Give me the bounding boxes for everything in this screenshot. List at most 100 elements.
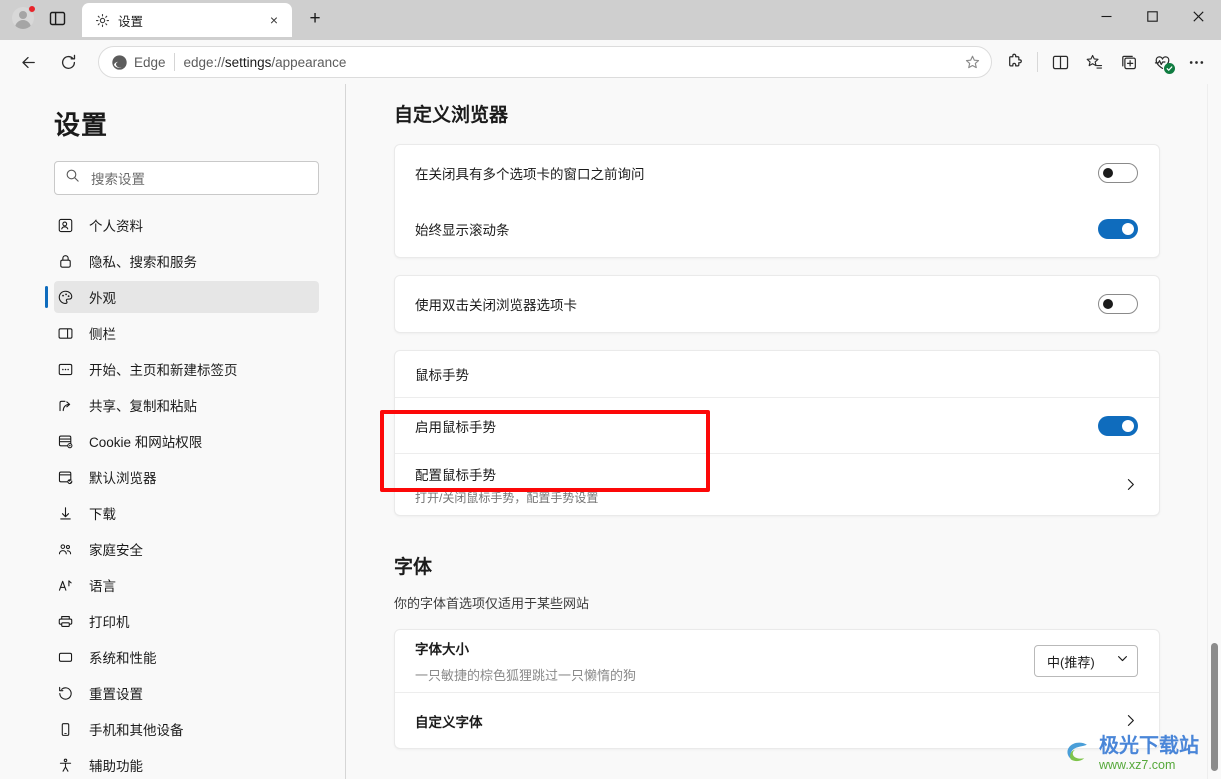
sidebar-item-printers[interactable]: 打印机 [54,605,319,637]
url-bold: settings [224,54,272,70]
row-mouse-gestures-header: 鼠标手势 [395,351,1159,397]
share-icon [56,396,75,415]
watermark-url: www.xz7.com [1099,758,1176,773]
row-always-show-scrollbars[interactable]: 始终显示滚动条 [395,201,1159,257]
row-custom-fonts[interactable]: 自定义字体 [395,692,1159,748]
palette-icon [56,288,75,307]
sidebar-item-label: 家庭安全 [89,543,143,558]
search-settings-input[interactable]: 搜索设置 [54,161,319,195]
cookie-icon [56,432,75,451]
printer-icon [56,612,75,631]
page-scrollbar[interactable] [1207,84,1221,779]
download-icon [56,504,75,523]
sidebar-item-label: 语言 [89,579,116,594]
sidebar-item-default-browser[interactable]: 默认浏览器 [54,461,319,493]
sidebar-item-downloads[interactable]: 下载 [54,497,319,529]
sidebar-item-accessibility[interactable]: 辅助功能 [54,749,319,779]
sidebar-item-system[interactable]: 系统和性能 [54,641,319,673]
address-bar: Edge edge://settings/appearance [0,40,1221,84]
favorites-icon[interactable] [1078,46,1110,78]
browser-essentials-icon[interactable] [1146,46,1178,78]
phone-icon [56,720,75,739]
sidebar-item-label: 重置设置 [89,687,143,702]
close-button[interactable] [1175,0,1221,32]
chevron-right-icon[interactable] [1123,477,1138,492]
new-tab-button[interactable]: + [300,4,330,34]
sidebar-item-label: 外观 [89,291,116,306]
always-show-scrollbars-toggle[interactable] [1098,219,1138,239]
tab-actions-icon[interactable] [42,3,72,33]
enable-mouse-gestures-toggle[interactable] [1098,415,1138,436]
sidebar-item-label: 辅助功能 [89,759,143,774]
fonts-subtext: 你的字体首选项仅适用于某些网站 [394,596,590,611]
star-icon[interactable] [957,48,987,76]
settings-more-icon[interactable] [1180,46,1212,78]
row-label: 在关闭具有多个选项卡的窗口之前询问 [415,167,645,182]
home-icon [56,360,75,379]
refresh-button[interactable] [52,46,84,78]
sidebar-item-family[interactable]: 家庭安全 [54,533,319,565]
row-label: 配置鼠标手势 [415,467,496,483]
status-check-badge [1164,63,1175,74]
sidebar-item-label: 开始、主页和新建标签页 [89,363,238,378]
sidebar-item-phone[interactable]: 手机和其他设备 [54,713,319,745]
sidebar-item-sidebar[interactable]: 侧栏 [54,317,319,349]
url-text: edge://settings/appearance [184,55,957,70]
tab-title: 设置 [118,14,144,29]
tab-settings[interactable]: 设置 × [82,3,292,37]
double-click-close-toggle[interactable] [1098,294,1138,314]
sidebar-item-reset[interactable]: 重置设置 [54,677,319,709]
sidebar-item-label: 手机和其他设备 [89,723,184,738]
row-enable-mouse-gestures[interactable]: 启用鼠标手势 [395,397,1159,453]
profile-button[interactable] [8,3,38,33]
extensions-icon[interactable] [999,46,1031,78]
url-input[interactable]: Edge edge://settings/appearance [98,46,992,78]
collections-icon[interactable] [1112,46,1144,78]
page-content: 设置 搜索设置 个人资料 隐私、搜索和服务 外观 侧栏 开始、主页和新建标签页 … [0,84,1221,779]
sidebar-item-label: 共享、复制和粘贴 [89,399,197,414]
sidebar-item-appearance[interactable]: 外观 [45,281,319,313]
sidebar-item-label: Cookie 和网站权限 [89,435,203,450]
back-button[interactable] [12,46,44,78]
tab-close-icon[interactable]: × [264,10,284,30]
reset-icon [56,684,75,703]
sidebar-item-cookies[interactable]: Cookie 和网站权限 [54,425,319,457]
row-double-click-close-tab[interactable]: 使用双击关闭浏览器选项卡 [395,276,1159,332]
minimize-button[interactable] [1083,0,1129,32]
settings-sidebar: 设置 搜索设置 个人资料 隐私、搜索和服务 外观 侧栏 开始、主页和新建标签页 … [0,84,345,779]
page-title: 设置 [54,110,109,140]
sidebar-item-languages[interactable]: 语言 [54,569,319,601]
omnibox-divider [173,53,175,71]
split-screen-icon[interactable] [1044,46,1076,78]
chevron-right-icon[interactable] [1123,713,1138,728]
edge-brand-badge: Edge [111,54,174,71]
language-icon [56,576,75,595]
card-fonts: 字体大小 一只敏捷的棕色狐狸跳过一只懒惰的狗 中(推荐) 自定义字体 [394,629,1160,749]
browser-window: 设置 × + Edge edge://settings/appearance 设… [0,0,1221,779]
sidebar-item-startup[interactable]: 开始、主页和新建标签页 [54,353,319,385]
sidebar-item-profile[interactable]: 个人资料 [54,209,319,241]
row-text-stack: 字体大小 一只敏捷的棕色狐狸跳过一只懒惰的狗 [415,638,1034,684]
watermark: 极光下载站 www.xz7.com [1055,729,1207,779]
sidebar-nav: 个人资料 隐私、搜索和服务 外观 侧栏 开始、主页和新建标签页 共享、复制和粘贴… [0,209,345,779]
font-sample-text: 一只敏捷的棕色狐狸跳过一只懒惰的狗 [415,668,637,683]
scrollbar-thumb[interactable] [1211,643,1218,771]
card-browser-options: 在关闭具有多个选项卡的窗口之前询问 始终显示滚动条 [394,144,1160,258]
url-prefix: edge:// [183,54,225,70]
sidebar-item-label: 个人资料 [89,219,143,234]
row-label: 自定义字体 [415,714,483,730]
sidebar-item-share[interactable]: 共享、复制和粘贴 [54,389,319,421]
window-controls [1083,0,1221,32]
gear-icon [94,12,110,28]
row-ask-before-closing[interactable]: 在关闭具有多个选项卡的窗口之前询问 [395,145,1159,201]
family-icon [56,540,75,559]
font-size-select[interactable]: 中(推荐) [1034,645,1138,677]
row-font-size[interactable]: 字体大小 一只敏捷的棕色狐狸跳过一只懒惰的狗 中(推荐) [395,630,1159,692]
maximize-button[interactable] [1129,0,1175,32]
row-configure-mouse-gestures[interactable]: 配置鼠标手势 打开/关闭鼠标手势，配置手势设置 [395,453,1159,515]
sidebar-item-privacy[interactable]: 隐私、搜索和服务 [54,245,319,277]
ask-before-closing-toggle[interactable] [1098,163,1138,183]
title-bar: 设置 × + [0,0,1221,40]
row-label: 字体大小 [415,642,469,657]
sidebar-item-label: 隐私、搜索和服务 [89,255,197,270]
